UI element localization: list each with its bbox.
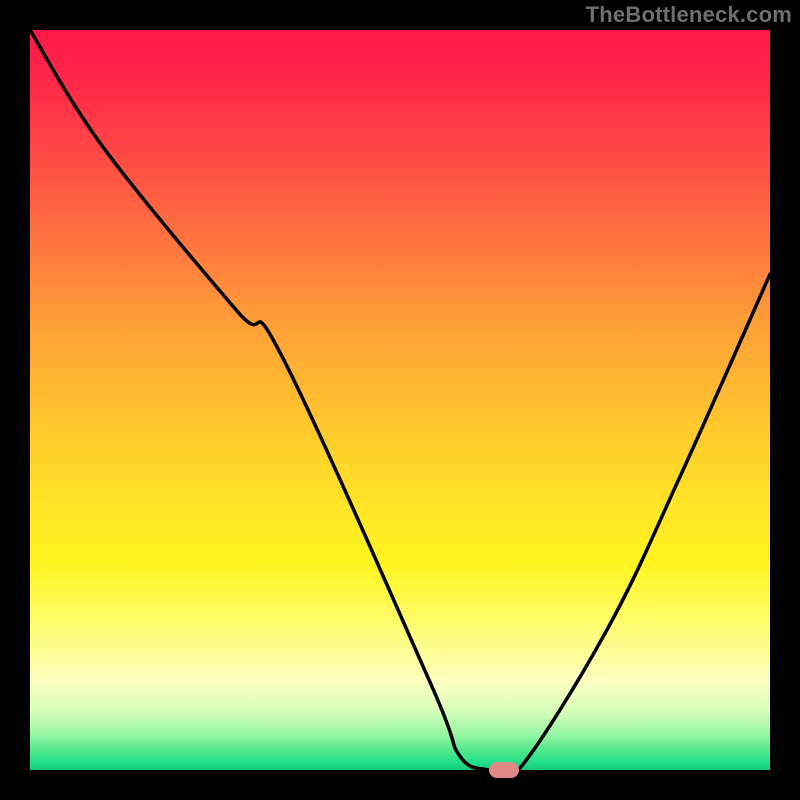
chart-container: TheBottleneck.com xyxy=(0,0,800,800)
bottleneck-curve xyxy=(30,30,770,770)
plot-area xyxy=(30,30,770,770)
optimal-point-marker xyxy=(489,762,519,778)
watermark-text: TheBottleneck.com xyxy=(586,2,792,28)
